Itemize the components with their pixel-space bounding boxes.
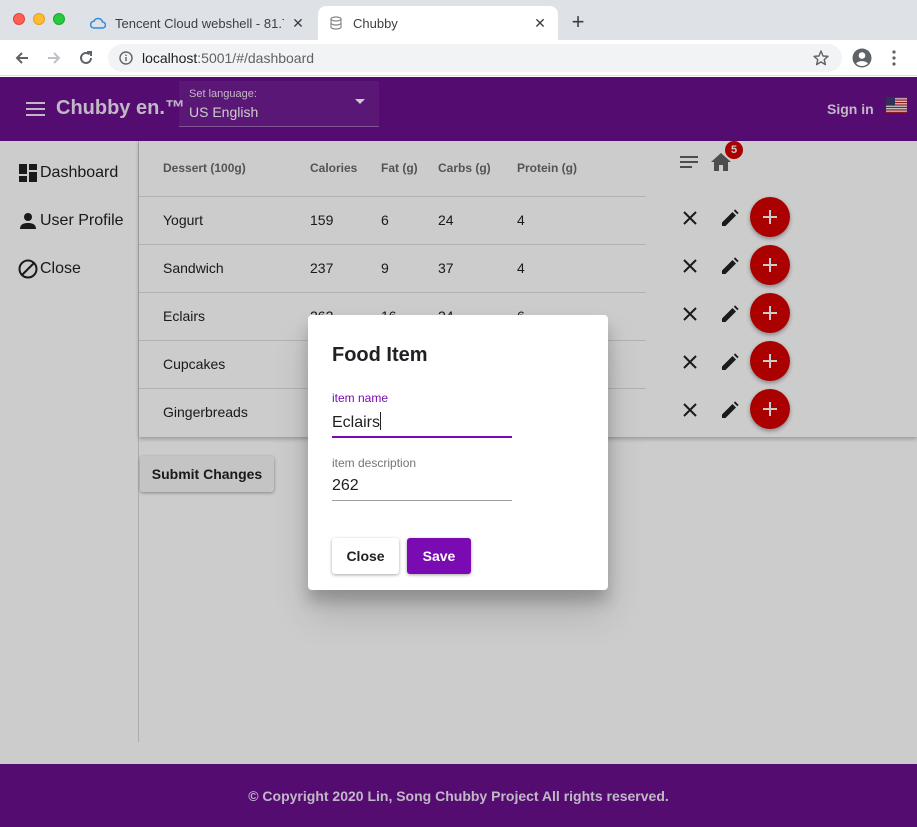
- bookmark-star-icon[interactable]: [812, 49, 830, 67]
- tab-title: Chubby: [353, 15, 398, 31]
- item-description-label: item description: [332, 456, 417, 470]
- item-name-underline: [332, 436, 512, 438]
- tab-title: Tencent Cloud webshell - 81.70: [115, 15, 284, 31]
- window-close-button[interactable]: [13, 13, 25, 25]
- database-icon: [328, 15, 344, 31]
- forward-arrow-icon[interactable]: [44, 48, 64, 68]
- browser-toolbar: localhost:5001/#/dashboard: [0, 40, 917, 76]
- dialog-save-button[interactable]: Save: [407, 538, 471, 574]
- item-name-label: item name: [332, 391, 389, 405]
- url-text: localhost:5001/#/dashboard: [142, 50, 315, 66]
- browser-tab-chubby[interactable]: Chubby ✕: [318, 6, 558, 40]
- cloud-icon: [90, 15, 106, 31]
- text-cursor: [380, 412, 382, 430]
- profile-avatar-icon[interactable]: [851, 47, 873, 69]
- reload-icon[interactable]: [76, 48, 96, 68]
- browser-tab-strip: Tencent Cloud webshell - 81.70 ✕ Chubby …: [0, 0, 917, 40]
- new-tab-button[interactable]: +: [568, 11, 588, 33]
- address-bar[interactable]: localhost:5001/#/dashboard: [108, 44, 842, 72]
- back-arrow-icon[interactable]: [12, 48, 32, 68]
- site-info-icon[interactable]: [118, 50, 134, 66]
- item-description-underline: [332, 500, 512, 501]
- close-tab-icon[interactable]: ✕: [290, 15, 306, 31]
- dialog-title: Food Item: [332, 344, 428, 366]
- item-name-value: Eclairs: [332, 414, 381, 431]
- dialog-close-button[interactable]: Close: [332, 538, 399, 574]
- item-description-input[interactable]: 262: [332, 477, 359, 495]
- item-name-input[interactable]: Eclairs: [332, 412, 382, 432]
- window-zoom-button[interactable]: [53, 13, 65, 25]
- close-tab-icon[interactable]: ✕: [532, 15, 548, 31]
- food-item-dialog: Food Item item name Eclairs item descrip…: [308, 315, 608, 590]
- window-minimize-button[interactable]: [33, 13, 45, 25]
- browser-tab-webshell[interactable]: Tencent Cloud webshell - 81.70 ✕: [80, 6, 316, 40]
- browser-menu-icon[interactable]: [884, 48, 904, 68]
